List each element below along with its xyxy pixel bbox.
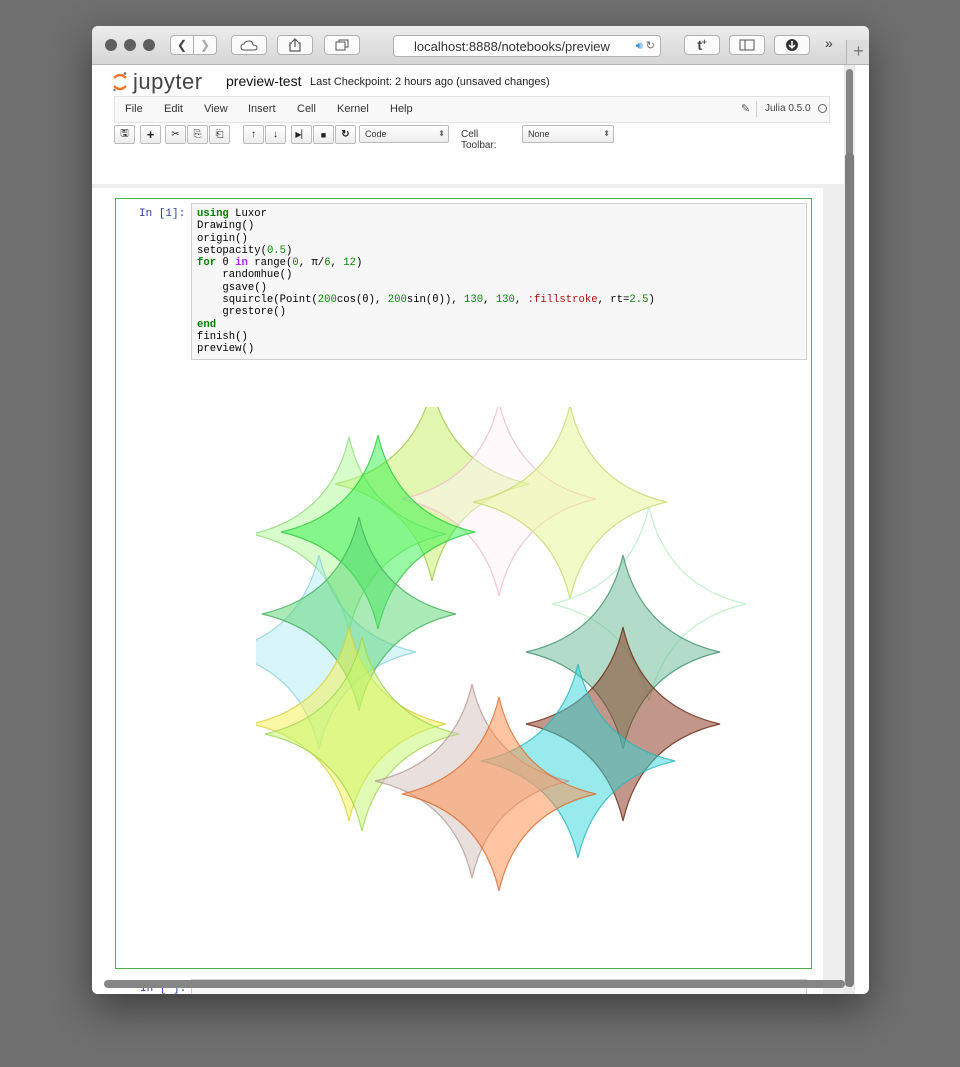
jupyter-logo[interactable]: jupyter [112,69,203,95]
stop-icon: ■ [320,129,327,140]
checkpoint-status: Last Checkpoint: 2 hours ago (unsaved ch… [310,76,550,88]
copy-icon: ⎘ [193,129,202,140]
plus-icon: + [146,127,155,142]
icloud-tabs-button[interactable] [231,35,267,55]
minimize-window-button[interactable] [124,39,136,51]
output-drawing [256,407,747,892]
extension-button[interactable]: t+ [684,35,720,55]
arrow-up-icon: ↑ [251,129,256,140]
paste-icon: ⎗ [215,129,224,140]
forward-button[interactable]: ❯ [193,35,217,55]
kernel-idle-indicator-icon [818,104,827,113]
close-window-button[interactable] [105,39,117,51]
input-prompt: In [1]: [139,208,186,220]
notebook-name[interactable]: preview-test [226,73,301,89]
menu-insert[interactable]: Insert [248,103,276,115]
menu-kernel[interactable]: Kernel [337,103,369,115]
cell-type-select[interactable]: Code ⬍ [359,125,449,143]
cloud-icon [240,39,258,50]
jupyter-logo-text: jupyter [133,69,203,94]
paste-cell-button[interactable]: ⎗ [209,125,230,144]
cell-toolbar-label: Cell Toolbar: [461,129,497,151]
run-cell-button[interactable]: ▶▏ [291,125,312,144]
downloads-button[interactable] [774,35,810,55]
jupyter-page: jupyter preview-test Last Checkpoint: 2 … [92,65,855,994]
browser-window: ❮ ❯ localhost:8888/notebooks/preview 🔊︎ … [92,26,869,994]
horizontal-scrollbar-thumb[interactable] [104,980,845,988]
step-forward-icon: ▶▏ [295,130,308,139]
cut-cell-button[interactable]: ✂︎ [165,125,186,144]
download-icon [786,39,798,51]
menu-view[interactable]: View [204,103,228,115]
menu-cell[interactable]: Cell [297,103,316,115]
url-text: localhost:8888/notebooks/preview [414,38,610,54]
chevron-right-icon: ❯ [199,38,211,52]
menu-file[interactable]: File [125,103,143,115]
select-arrows-icon: ⬍ [603,129,610,138]
notebook-header: jupyter preview-test Last Checkpoint: 2 … [92,65,855,184]
code-editor[interactable]: using Luxor Drawing() origin() setopacit… [191,203,807,360]
share-button[interactable] [277,35,313,55]
extension-t-icon: t+ [697,37,707,53]
tabs-icon [335,39,349,51]
browser-toolbar: ❮ ❯ localhost:8888/notebooks/preview 🔊︎ … [92,26,869,65]
select-arrows-icon: ⬍ [438,129,445,138]
notebook-scrollbar-thumb[interactable] [845,153,854,987]
menu-bar: File Edit View Insert Cell Kernel Help ✎… [114,96,830,123]
move-cell-down-button[interactable]: ↓ [265,125,286,144]
restart-kernel-button[interactable]: ↻ [335,125,356,144]
cell-toolbar-value: None [528,129,550,139]
menu-edit[interactable]: Edit [164,103,183,115]
share-icon [289,38,301,52]
menu-help[interactable]: Help [390,103,413,115]
more-toolbar-items-icon[interactable]: » [825,35,833,51]
sidebar-button[interactable] [729,35,765,55]
move-cell-up-button[interactable]: ↑ [243,125,264,144]
new-tab-button[interactable]: + [846,40,869,64]
scissors-icon: ✂︎ [171,129,180,140]
arrow-down-icon: ↓ [273,129,278,140]
insert-cell-button[interactable]: + [140,125,161,144]
kernel-name[interactable]: Julia 0.5.0 [765,103,811,114]
copy-cell-button[interactable]: ⎘ [187,125,208,144]
address-bar[interactable]: localhost:8888/notebooks/preview 🔊︎ ↻ [393,35,661,57]
jupyter-logo-icon [113,72,127,92]
cell-toolbar-select[interactable]: None ⬍ [522,125,614,143]
cell-type-value: Code [365,129,387,139]
save-button[interactable]: 🖫︎ [114,125,135,144]
zoom-window-button[interactable] [143,39,155,51]
show-tabs-button[interactable] [324,35,360,55]
back-button[interactable]: ❮ [170,35,194,55]
chevron-left-icon: ❮ [176,38,188,52]
refresh-icon: ↻ [341,129,350,140]
sidebar-icon [739,39,755,51]
reload-icon[interactable]: ↻ [646,40,655,52]
save-icon: 🖫︎ [120,128,129,139]
notebook-container: In [1]: using Luxor Drawing() origin() s… [92,188,823,994]
edit-mode-pencil-icon: ✎ [741,103,751,115]
interrupt-kernel-button[interactable]: ■ [313,125,334,144]
audio-icon[interactable]: 🔊︎ [636,40,643,52]
code-cell-selected[interactable]: In [1]: using Luxor Drawing() origin() s… [115,198,812,969]
